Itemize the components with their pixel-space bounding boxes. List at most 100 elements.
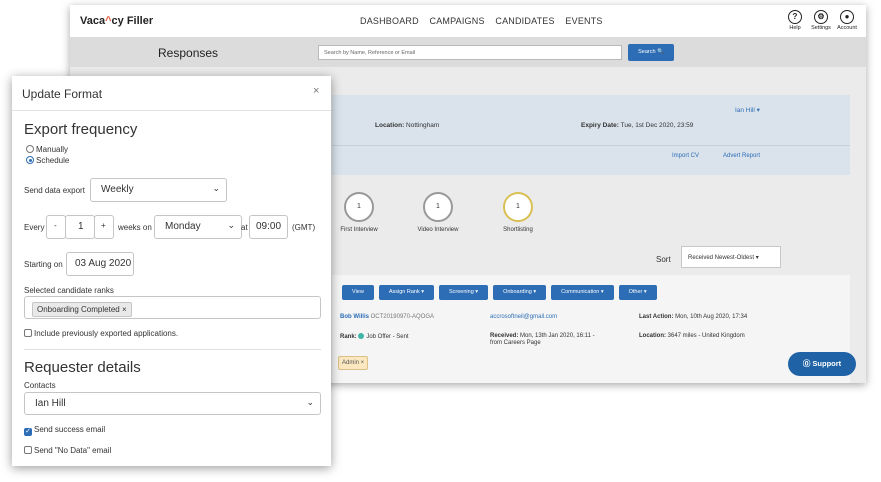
stage-video-interview[interactable]: 1 Video Interview [408, 192, 468, 233]
modal-title: Update Format [22, 87, 103, 101]
ranks-multiselect[interactable]: Onboarding Completed × [24, 296, 321, 319]
day-select[interactable]: Monday ⌄ [154, 215, 242, 239]
radio-selected-icon [26, 156, 34, 164]
app-logo[interactable]: Vaca^cy Filler [80, 15, 153, 27]
nav-events[interactable]: EVENTS [565, 16, 602, 26]
ranks-label: Selected candidate ranks [24, 286, 114, 295]
last-action-value: Mon, 10th Aug 2020, 17:34 [673, 314, 748, 320]
chevron-down-icon: ⌄ [212, 183, 220, 193]
at-label: at [241, 223, 248, 232]
received-value: Mon, 13th Jan 2020, 16:11 - [518, 333, 595, 339]
send-success-email-label: Send success email [34, 425, 106, 434]
owner-dropdown[interactable]: Ian Hill ▾ [735, 106, 760, 114]
candidate-location-value: 3647 miles - United Kingdom [666, 333, 745, 339]
action-bar: View Assign Rank ▾ Screening ▾ Onboardin… [342, 285, 657, 300]
radio-schedule[interactable]: Schedule [26, 156, 69, 165]
send-success-email-checkbox[interactable]: ✓ Send success email [24, 425, 105, 436]
send-data-export-label: Send data export [24, 186, 85, 195]
decrement-button[interactable]: - [46, 215, 66, 239]
job-location: Location: Nottingham [375, 122, 439, 129]
start-date-input[interactable]: 03 Aug 2020 [66, 252, 134, 276]
include-exported-checkbox[interactable]: Include previously exported applications… [24, 329, 178, 338]
divider [24, 349, 321, 350]
account-button[interactable]: ● Account [835, 10, 859, 31]
page-title: Responses [158, 46, 219, 60]
candidate-email[interactable]: accrosoftneil@gmail.com [490, 314, 557, 321]
nav-candidates[interactable]: CANDIDATES [495, 16, 554, 26]
help-icon: ? [788, 10, 802, 24]
export-frequency-heading: Export frequency [24, 121, 138, 138]
timezone-label: (GMT) [292, 223, 316, 232]
search-button[interactable]: Search 🔍 [628, 44, 674, 61]
starting-on-label: Starting on [24, 260, 63, 269]
checkbox-icon [24, 329, 32, 337]
received-source: from Careers Page [490, 340, 541, 346]
rank-tag[interactable]: Onboarding Completed × [32, 302, 132, 317]
support-button[interactable]: ⓪ Support [788, 352, 856, 376]
stage-count-ring: 1 [344, 192, 374, 222]
main-nav: DASHBOARD CAMPAIGNS CANDIDATES EVENTS [360, 16, 611, 26]
sort-select[interactable]: Received Newest-Oldest ▾ [681, 246, 781, 268]
stage-label: First Interview [340, 227, 378, 233]
help-button[interactable]: ? Help [783, 10, 807, 31]
send-no-data-email-checkbox[interactable]: Send "No Data" email [24, 446, 111, 455]
account-label: Account [837, 25, 857, 31]
time-value: 09:00 [256, 221, 282, 232]
plus-icon: + [101, 221, 106, 230]
frequency-select[interactable]: Weekly ⌄ [90, 178, 227, 202]
assign-rank-button[interactable]: Assign Rank ▾ [378, 285, 434, 300]
last-action-label: Last Action: [639, 314, 674, 320]
onboarding-button[interactable]: Onboarding ▾ [493, 285, 547, 300]
stage-shortlisting[interactable]: 1 Shortlisting [493, 192, 543, 233]
send-no-data-email-label: Send "No Data" email [34, 446, 112, 455]
search-input[interactable]: Search by Name, Reference or Email [318, 45, 622, 60]
admin-tag[interactable]: Admin × [338, 356, 369, 370]
screening-button[interactable]: Screening ▾ [439, 285, 489, 300]
candidate-card: View Assign Rank ▾ Screening ▾ Onboardin… [332, 275, 850, 383]
radio-manually[interactable]: Manually [26, 145, 68, 154]
candidate-location: Location: 3647 miles - United Kingdom [639, 333, 745, 340]
sub-header: Responses Search by Name, Reference or E… [70, 37, 866, 67]
help-label: Help [789, 25, 801, 31]
top-navbar: Vaca^cy Filler DASHBOARD CAMPAIGNS CANDI… [70, 5, 866, 37]
candidate-location-label: Location: [639, 333, 666, 339]
nav-campaigns[interactable]: CAMPAIGNS [430, 16, 485, 26]
weeks-on-label: weeks on [118, 223, 152, 232]
modal-header: Update Format × [12, 76, 331, 111]
divider [332, 145, 850, 146]
time-input[interactable]: 09:00 [249, 215, 288, 239]
logo-text-end: cy Filler [111, 15, 154, 27]
candidate-name-link[interactable]: Bob Willis [340, 314, 369, 320]
communication-button[interactable]: Communication ▾ [551, 285, 614, 300]
logo-text-start: Vaca [80, 15, 106, 27]
checkbox-checked-icon: ✓ [24, 428, 32, 436]
rank-label: Rank: [340, 334, 357, 340]
other-button[interactable]: Other ▾ [618, 285, 657, 300]
contacts-label: Contacts [24, 381, 56, 390]
settings-button[interactable]: ⚙ Settings [809, 10, 833, 31]
stage-first-interview[interactable]: 1 First Interview [331, 192, 387, 233]
contact-value: Ian Hill [35, 398, 66, 409]
job-summary-card: Ian Hill ▾ Location: Nottingham Expiry D… [332, 95, 850, 175]
frequency-value: Weekly [101, 184, 134, 195]
nav-dashboard[interactable]: DASHBOARD [360, 16, 419, 26]
job-expiry-value: Tue, 1st Dec 2020, 23:59 [618, 122, 694, 129]
settings-label: Settings [811, 25, 831, 31]
candidate-rank: Rank: Job Offer - Sent [340, 333, 409, 341]
stage-label: Shortlisting [503, 227, 533, 233]
start-date-value: 03 Aug 2020 [75, 258, 132, 269]
contacts-select[interactable]: Ian Hill ⌄ [24, 392, 321, 415]
advert-report-link[interactable]: Advert Report [723, 153, 760, 159]
every-label: Every [24, 223, 45, 232]
rank-status-dot [358, 333, 365, 339]
last-action: Last Action: Mon, 10th Aug 2020, 17:34 [639, 314, 747, 321]
job-expiry-label: Expiry Date: [581, 122, 619, 129]
view-button[interactable]: View [342, 285, 374, 300]
close-icon[interactable]: × [313, 85, 319, 97]
candidate-ref: OCT20190970-AQOGA [368, 314, 434, 320]
increment-button[interactable]: + [94, 215, 114, 239]
every-value: 1 [78, 221, 84, 232]
stage-count-ring: 1 [423, 192, 453, 222]
import-cv-link[interactable]: Import CV [672, 153, 699, 159]
every-input[interactable]: 1 [65, 215, 95, 239]
